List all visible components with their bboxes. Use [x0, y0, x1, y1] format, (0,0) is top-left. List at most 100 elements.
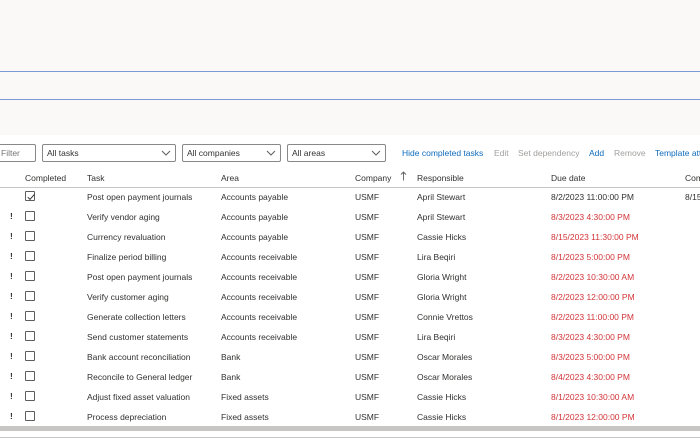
due-date-cell: 8/3/2023 5:00:00 PM — [551, 352, 630, 362]
company-cell: USMF — [355, 192, 380, 202]
divider-line — [0, 99, 700, 100]
column-header-company[interactable]: Company — [355, 173, 391, 183]
table-row[interactable]: ! Verify vendor aging Accounts payable USMF… — [0, 208, 700, 228]
due-date-cell: 8/1/2023 5:00:00 PM — [551, 252, 630, 262]
company-cell: USMF — [355, 232, 380, 242]
area-cell: Accounts payable — [221, 192, 289, 202]
table-row[interactable]: ! Send customer statements Accounts receiv… — [0, 328, 700, 348]
remove-button[interactable]: Remove — [614, 148, 646, 158]
warning-flag: ! — [10, 251, 13, 261]
set-dependency-button[interactable]: Set dependency — [518, 148, 579, 158]
company-cell: USMF — [355, 272, 380, 282]
completed-checkbox[interactable] — [25, 311, 35, 321]
responsible-cell: Lira Beqiri — [417, 332, 456, 342]
area-cell: Fixed assets — [221, 412, 269, 422]
warning-flag: ! — [10, 331, 13, 341]
warning-flag: ! — [10, 291, 13, 301]
completed-checkbox[interactable] — [25, 351, 35, 361]
company-cell: USMF — [355, 332, 380, 342]
company-cell: USMF — [355, 352, 380, 362]
due-date-cell: 8/3/2023 4:30:00 PM — [551, 332, 630, 342]
task-cell: Post open payment journals — [87, 192, 193, 202]
table-row[interactable]: ! Reconcile to General ledger Bank USMF Osca… — [0, 368, 700, 388]
column-header-due-date[interactable]: Due date — [551, 173, 586, 183]
area-cell: Bank — [221, 372, 241, 382]
chevron-down-icon — [371, 150, 381, 156]
area-cell: Bank — [221, 352, 241, 362]
tasks-filter-value: All tasks — [47, 148, 79, 158]
task-cell: Verify customer aging — [87, 292, 169, 302]
divider-line — [0, 437, 700, 438]
warning-flag: ! — [10, 391, 13, 401]
due-date-cell: 8/4/2023 4:30:00 PM — [551, 372, 630, 382]
completed-checkbox[interactable] — [25, 331, 35, 341]
company-cell: USMF — [355, 292, 380, 302]
company-cell: USMF — [355, 372, 380, 382]
task-cell: Verify vendor aging — [87, 212, 160, 222]
areas-filter-select[interactable]: All areas — [287, 144, 386, 162]
companies-filter-value: All companies — [187, 148, 240, 158]
due-date-cell: 8/1/2023 10:30:00 AM — [551, 392, 635, 402]
completed-checkbox[interactable] — [25, 211, 35, 221]
table-row[interactable]: Post open payment journals Accounts payab… — [0, 188, 700, 208]
hide-completed-tasks-button[interactable]: Hide completed tasks — [402, 148, 483, 158]
table-row[interactable]: ! Bank account reconciliation Bank USMF Osca… — [0, 348, 700, 368]
column-header-area[interactable]: Area — [221, 173, 239, 183]
warning-flag: ! — [10, 411, 13, 421]
completed-checkbox[interactable] — [25, 271, 35, 281]
completed-checkbox[interactable] — [25, 191, 35, 201]
task-cell: Bank account reconciliation — [87, 352, 191, 362]
top-panel — [0, 0, 700, 135]
task-cell: Process depreciation — [87, 412, 167, 422]
task-cell: Reconcile to General ledger — [87, 372, 193, 382]
table-row[interactable]: ! Currency revaluation Accounts payable USM… — [0, 228, 700, 248]
column-header-completed[interactable]: Completed — [25, 173, 66, 183]
responsible-cell: Cassie Hicks — [417, 412, 467, 422]
completed-checkbox[interactable] — [25, 391, 35, 401]
horizontal-scrollbar[interactable] — [0, 426, 700, 431]
column-header-completed-date[interactable]: Com — [685, 173, 700, 183]
task-cell: Currency revaluation — [87, 232, 166, 242]
edit-button[interactable]: Edit — [494, 148, 509, 158]
task-cell: Finalize period billing — [87, 252, 167, 262]
column-header-responsible[interactable]: Responsible — [417, 173, 464, 183]
completed-checkbox[interactable] — [25, 411, 35, 421]
table-row[interactable]: ! Process depreciation Fixed assets USMF Cas… — [0, 408, 700, 428]
responsible-cell: April Stewart — [417, 192, 466, 202]
task-cell: Adjust fixed asset valuation — [87, 392, 191, 402]
template-attributes-button[interactable]: Template attr — [655, 148, 700, 158]
area-cell: Accounts receivable — [221, 272, 298, 282]
companies-filter-select[interactable]: All companies — [182, 144, 281, 162]
table-row[interactable]: ! Post open payment journals Accounts rece… — [0, 268, 700, 288]
tasks-filter-select[interactable]: All tasks — [42, 144, 176, 162]
due-date-cell: 8/2/2023 10:30:00 AM — [551, 272, 635, 282]
table-row[interactable]: ! Finalize period billing Accounts receiva… — [0, 248, 700, 268]
add-button[interactable]: Add — [589, 148, 604, 158]
filter-input[interactable] — [0, 144, 36, 162]
task-cell: Send customer statements — [87, 332, 189, 342]
responsible-cell: Gloria Wright — [417, 292, 467, 302]
responsible-cell: Cassie Hicks — [417, 392, 467, 402]
column-header-task[interactable]: Task — [87, 173, 104, 183]
responsible-cell: Oscar Morales — [417, 352, 473, 362]
chevron-down-icon — [266, 150, 276, 156]
responsible-cell: Oscar Morales — [417, 372, 473, 382]
completed-checkbox[interactable] — [25, 291, 35, 301]
warning-flag: ! — [10, 311, 13, 321]
table-row[interactable]: ! Verify customer aging Accounts receivabl… — [0, 288, 700, 308]
completed-checkbox[interactable] — [25, 251, 35, 261]
company-cell: USMF — [355, 252, 380, 262]
company-cell: USMF — [355, 392, 380, 402]
area-cell: Accounts receivable — [221, 312, 298, 322]
warning-flag: ! — [10, 271, 13, 281]
company-cell: USMF — [355, 412, 380, 422]
table-row[interactable]: ! Generate collection letters Accounts rec… — [0, 308, 700, 328]
table-row[interactable]: ! Adjust fixed asset valuation Fixed asset… — [0, 388, 700, 408]
due-date-cell: 8/2/2023 12:00:00 PM — [551, 292, 635, 302]
checkmark-icon — [27, 194, 35, 201]
responsible-cell: Connie Vrettos — [417, 312, 473, 322]
sort-ascending-icon[interactable] — [400, 171, 407, 181]
completed-checkbox[interactable] — [25, 371, 35, 381]
divider-line — [0, 71, 700, 72]
completed-checkbox[interactable] — [25, 231, 35, 241]
